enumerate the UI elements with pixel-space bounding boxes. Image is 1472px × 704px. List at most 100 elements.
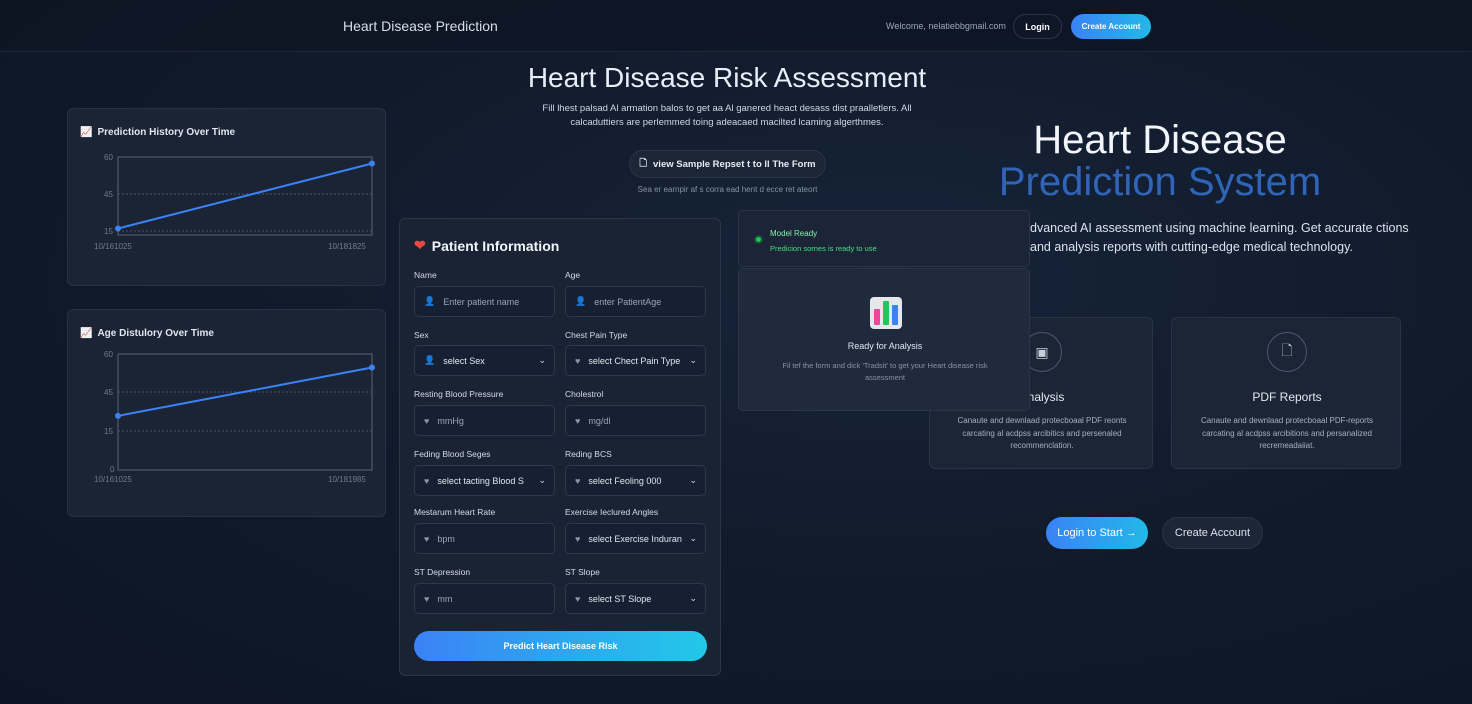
login-button[interactable]: Login <box>1013 14 1062 39</box>
resting-ecg-select[interactable]: ♥ select Feoling 000 ⌄ <box>565 465 706 496</box>
sex-value: select Sex <box>443 355 485 366</box>
age-distribution-chart: 60 45 15 0 10/161025 10/181985 <box>94 350 375 484</box>
y-tick-label: 60 <box>104 153 113 162</box>
max-heart-rate-placeholder: bpm <box>437 533 455 544</box>
y-tick-label: 45 <box>104 388 113 397</box>
resting-ecg-value: select Feoling 000 <box>588 475 662 486</box>
prediction-history-card: 📈 Prediction History Over Time 60 45 15 … <box>67 108 386 286</box>
status-dot <box>754 235 763 244</box>
form-title: ❤ Patient Information <box>414 237 559 254</box>
st-depression-input[interactable]: ♥ mm <box>414 583 555 614</box>
analysis-subtitle: Fil tef the form and dick 'Tradsit' to g… <box>782 361 988 382</box>
chest-pain-value: select Chect Pain Type <box>588 355 681 366</box>
y-tick-label: 45 <box>104 190 113 199</box>
max-heart-rate-label: Mestarum Heart Rate <box>414 507 496 517</box>
x-tick-label: 10/181985 <box>328 475 366 484</box>
sex-select[interactable]: 👤 select Sex ⌄ <box>414 345 555 376</box>
st-slope-value: select ST Slope <box>588 593 652 604</box>
exercise-angina-select[interactable]: ♥ select Exercise Induran ⌄ <box>565 523 706 554</box>
x-tick-label: 10/161025 <box>94 475 132 484</box>
blood-pressure-input[interactable]: ♥ mmHg <box>414 405 555 436</box>
predict-button[interactable]: Predict Heart Disease Risk <box>414 631 707 661</box>
patient-information-form: ❤ Patient Information Name 👤 Enter patie… <box>399 218 721 676</box>
cholesterol-input[interactable]: ♥ mg/dl <box>565 405 706 436</box>
age-label: Age <box>565 270 581 280</box>
feature-description: Canaute and dewnlaad protecboaal PDF-rep… <box>1200 416 1374 450</box>
prediction-history-chart: 60 45 15 10/161025 10/181825 <box>94 153 375 251</box>
page-subtitle: Fill lhest palsad Al armation balos to g… <box>542 103 912 128</box>
fasting-blood-sugar-select[interactable]: ♥ select tacting Blood S ⌄ <box>414 465 555 496</box>
chevron-down-icon: ⌄ <box>689 475 697 485</box>
document-icon: 🗋 <box>1267 332 1307 372</box>
chevron-down-icon: ⌄ <box>538 475 546 485</box>
heartbeat-icon: ♥ <box>424 533 430 544</box>
blood-pressure-placeholder: mmHg <box>437 415 464 426</box>
data-point[interactable] <box>115 412 121 419</box>
name-input[interactable]: 👤 Enter patient name <box>414 286 555 317</box>
brand-title[interactable]: Heart Disease Prediction <box>343 18 498 34</box>
heartbeat-icon: ♥ <box>575 593 581 604</box>
chest-pain-select[interactable]: ♥ select Chect Pain Type ⌄ <box>565 345 706 376</box>
age-distribution-card: 📈 Age Distulory Over Time 60 45 15 0 10/… <box>67 309 386 517</box>
heartbeat-icon: ♥ <box>575 415 581 426</box>
y-tick-label: 0 <box>110 465 115 474</box>
create-account-button[interactable]: Create Account <box>1071 14 1151 39</box>
chevron-down-icon: ⌄ <box>689 533 697 543</box>
view-sample-label: view Sample Repset t to ll The Form <box>653 158 816 170</box>
plot-area <box>117 353 373 471</box>
feature-card-pdf: 🗋 PDF Reports Canaute and dewnlaad prote… <box>1171 317 1401 469</box>
feature-description: Canaute and dewnlaad protecboaal PDF reo… <box>957 416 1127 450</box>
view-sample-button[interactable]: 🗋 view Sample Repset t to ll The Form <box>629 150 826 178</box>
welcome-text: Welcome, nelatiebbgmail.com <box>886 21 1006 31</box>
user-icon: 👤 <box>424 355 436 365</box>
model-status-card: Model Ready Predicion sornes is ready to… <box>738 210 1030 267</box>
chest-pain-label: Chest Pain Type <box>565 330 628 340</box>
blood-pressure-label: Resting Blood Pressure <box>414 389 504 399</box>
fasting-blood-sugar-value: select tacting Blood S <box>437 475 524 486</box>
max-heart-rate-input[interactable]: ♥ bpm <box>414 523 555 554</box>
x-tick-label: 10/181825 <box>328 242 366 251</box>
name-placeholder: Enter patient name <box>443 296 520 307</box>
document-icon: 🗋 <box>639 158 648 169</box>
heart-icon: ❤ <box>414 237 426 253</box>
cholesterol-placeholder: mg/dl <box>588 415 611 426</box>
login-to-start-button[interactable]: Login to Start → <box>1046 517 1148 549</box>
exercise-angina-value: select Exercise Induran <box>588 533 682 544</box>
create-account-cta-button[interactable]: Create Account <box>1162 517 1263 549</box>
heartbeat-icon: ♥ <box>575 475 581 486</box>
hero-description: dvanced AI assessment using machine lear… <box>1030 221 1409 254</box>
fasting-blood-sugar-label: Feding Blood Seges <box>414 449 491 459</box>
analysis-placeholder-card: Ready for Analysis Fil tef the form and … <box>738 268 1030 411</box>
exercise-angina-label: Exercise Ieclured Angles <box>565 507 659 517</box>
heartbeat-icon: ♥ <box>424 475 430 486</box>
user-icon: 👤 <box>424 296 436 306</box>
data-point[interactable] <box>369 160 375 167</box>
page-title: Heart Disease Risk Assessment <box>527 62 927 93</box>
sample-hint: Sea er earnpir af s corra ead hent d ecc… <box>637 185 818 194</box>
series-line <box>117 366 373 417</box>
top-navbar <box>0 0 1472 52</box>
status-subtitle: Predicion sornes is ready to use <box>770 244 877 253</box>
st-slope-label: ST Slope <box>565 567 600 577</box>
series-line <box>117 162 373 230</box>
name-label: Name <box>414 270 437 280</box>
heartbeat-icon: ♥ <box>575 533 581 544</box>
y-tick-label: 15 <box>104 227 113 236</box>
heartbeat-icon: ♥ <box>424 415 430 426</box>
age-input[interactable]: 👤 enter PatientAge <box>565 286 706 317</box>
form-title-text: Patient Information <box>431 237 560 254</box>
heartbeat-icon: ♥ <box>575 355 581 366</box>
user-icon: 👤 <box>575 296 587 306</box>
y-tick-label: 60 <box>104 350 113 359</box>
data-point[interactable] <box>115 225 121 232</box>
data-point[interactable] <box>369 364 375 371</box>
resting-ecg-label: Reding BCS <box>565 449 612 459</box>
st-depression-label: ST Depression <box>414 567 471 577</box>
chevron-down-icon: ⌄ <box>689 593 697 603</box>
st-depression-placeholder: mm <box>437 593 453 604</box>
x-tick-label: 10/161025 <box>94 242 132 251</box>
analysis-title: Ready for Analysis <box>847 341 923 351</box>
st-slope-select[interactable]: ♥ select ST Slope ⌄ <box>565 583 706 614</box>
bar-chart-icon <box>870 297 902 329</box>
y-tick-label: 15 <box>104 427 113 436</box>
